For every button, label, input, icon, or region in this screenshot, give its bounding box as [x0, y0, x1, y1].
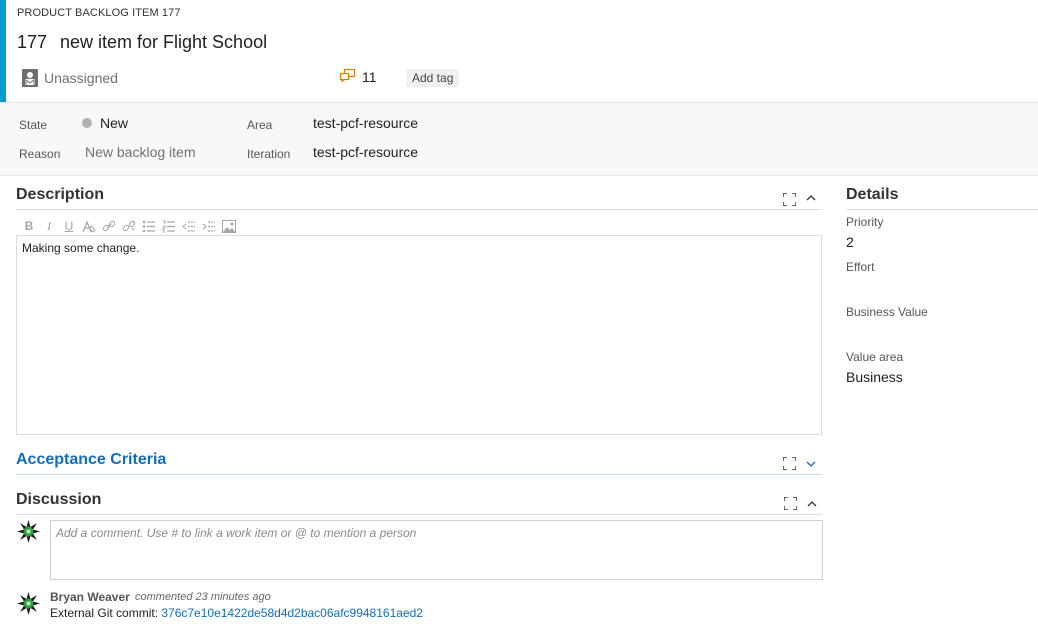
work-item-id: 177	[17, 32, 48, 52]
state-indicator-dot	[82, 118, 92, 128]
description-section-title[interactable]: Description	[16, 186, 104, 204]
description-editor[interactable]	[16, 235, 822, 435]
current-user-avatar	[17, 520, 40, 546]
indent-icon[interactable]	[201, 219, 217, 233]
effort-value[interactable]	[846, 279, 1026, 297]
collapse-chevron-icon[interactable]	[807, 499, 817, 512]
collapse-chevron-icon[interactable]	[806, 193, 816, 206]
acceptance-criteria-section-title[interactable]: Acceptance Criteria	[16, 451, 166, 469]
reason-label: Reason	[19, 147, 61, 161]
business-value-value[interactable]	[846, 324, 1026, 342]
work-item-type-color-bar	[0, 0, 6, 102]
area-label: Area	[247, 118, 273, 132]
assigned-to-control[interactable]: Unassigned	[22, 69, 118, 87]
value-area-value[interactable]: Business	[846, 369, 903, 385]
bullet-list-icon[interactable]	[141, 219, 157, 233]
unassigned-avatar-icon	[22, 69, 38, 87]
iteration-value[interactable]: test-pcf-resource	[313, 144, 418, 160]
details-section-title: Details	[846, 186, 899, 203]
comment-body: External Git commit: 376c7e10e1422de58d4…	[50, 606, 423, 620]
add-tag-button[interactable]: Add tag	[406, 69, 460, 87]
comment-placeholder: Add a comment. Use # to link a work item…	[56, 526, 417, 540]
discussion-divider	[16, 514, 822, 515]
link-icon[interactable]	[101, 219, 117, 233]
maximize-icon[interactable]	[782, 456, 797, 471]
comment-author: Bryan Weaver	[50, 590, 130, 604]
comment-author-avatar	[17, 592, 40, 618]
description-body: Making some change.	[22, 241, 140, 255]
outdent-icon[interactable]	[181, 219, 197, 233]
discussion-section-title[interactable]: Discussion	[16, 491, 101, 509]
acceptance-criteria-divider	[16, 474, 822, 475]
priority-label: Priority	[846, 215, 884, 229]
comments-icon	[339, 68, 356, 85]
image-icon[interactable]	[221, 219, 237, 233]
iteration-label: Iteration	[247, 147, 291, 161]
commit-link[interactable]: 376c7e10e1422de58d4d2bac06afc9948161aed2	[161, 606, 423, 620]
unlink-icon[interactable]	[121, 219, 137, 233]
discussion-count-link[interactable]: 11	[339, 68, 377, 85]
comment-timestamp: commented 23 minutes ago	[135, 591, 271, 603]
business-value-label: Business Value	[846, 305, 928, 319]
priority-value[interactable]: 2	[846, 234, 854, 250]
underline-icon[interactable]: U	[61, 219, 77, 233]
highlight-icon[interactable]	[81, 219, 97, 233]
description-divider	[16, 209, 822, 210]
bold-icon[interactable]: B	[21, 219, 37, 233]
numbered-list-icon[interactable]	[161, 219, 177, 233]
expand-chevron-icon[interactable]	[806, 459, 816, 472]
work-item-title[interactable]: new item for Flight School	[60, 32, 267, 53]
area-value[interactable]: test-pcf-resource	[313, 115, 418, 131]
details-divider	[846, 209, 1038, 210]
core-fields-panel	[0, 102, 1038, 176]
reason-value[interactable]: New backlog item	[85, 144, 196, 160]
commit-prefix: External Git commit:	[50, 606, 162, 620]
maximize-icon[interactable]	[783, 496, 798, 511]
state-value[interactable]: New	[100, 115, 128, 131]
value-area-label: Value area	[846, 350, 904, 364]
effort-label: Effort	[846, 260, 875, 274]
comments-count: 11	[362, 69, 377, 85]
state-label: State	[19, 118, 48, 132]
work-item-type-label: PRODUCT BACKLOG ITEM 177	[17, 7, 181, 19]
italic-icon[interactable]: I	[41, 219, 57, 233]
rich-text-toolbar: B I U	[21, 219, 237, 233]
maximize-icon[interactable]	[782, 192, 797, 207]
assignee-name: Unassigned	[44, 70, 118, 86]
